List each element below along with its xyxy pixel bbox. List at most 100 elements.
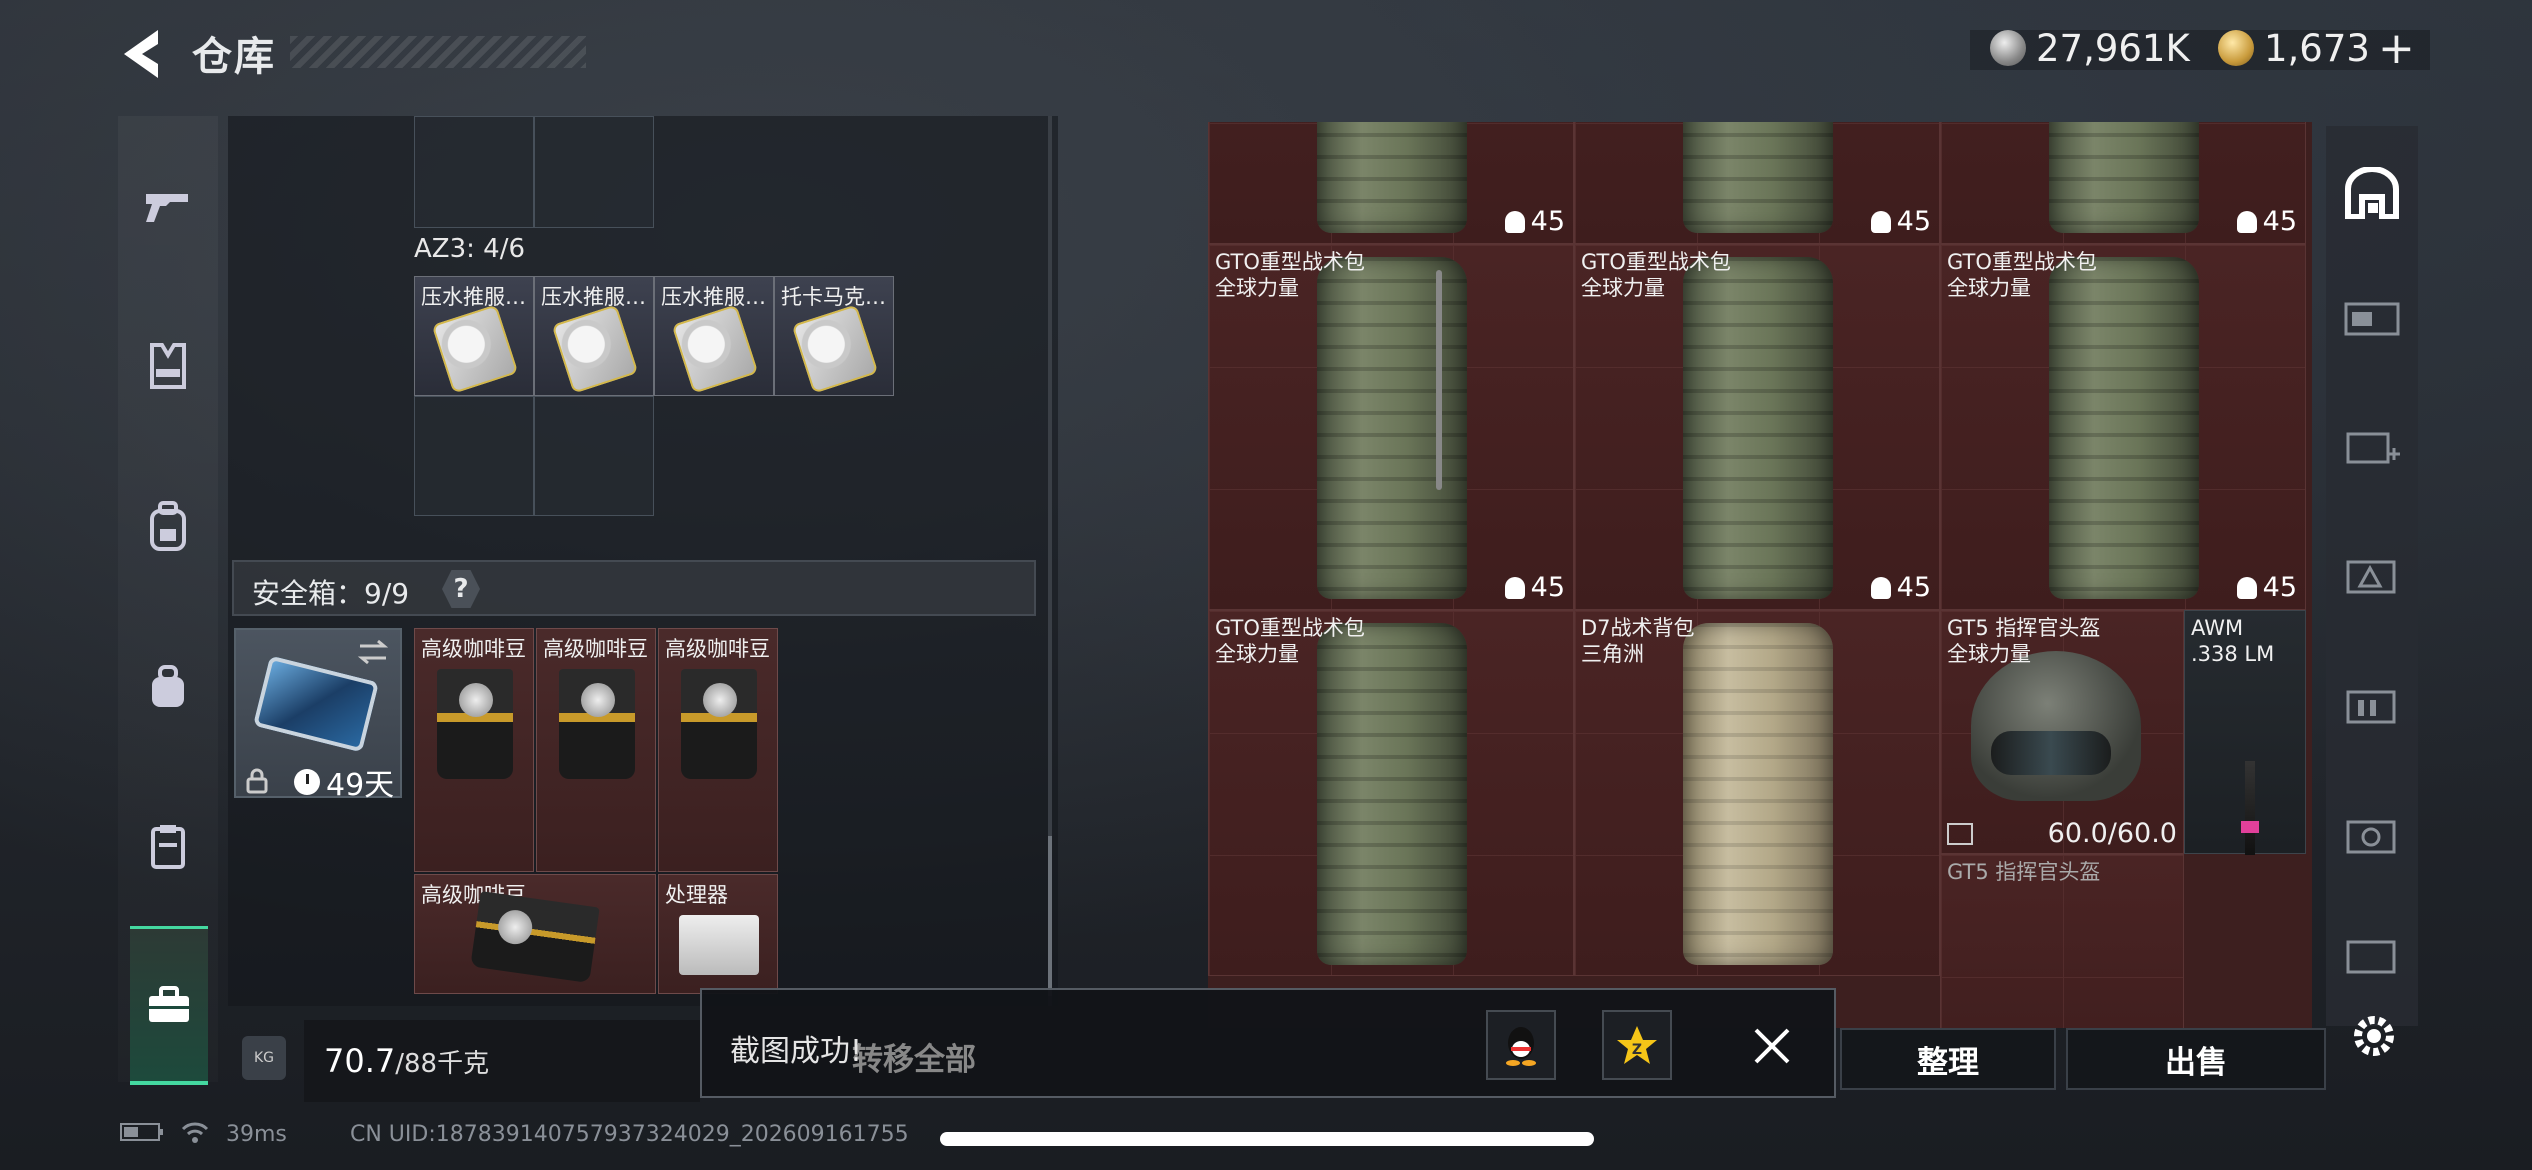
tab-category-6[interactable] <box>2330 900 2414 1010</box>
swap-icon[interactable] <box>356 638 390 666</box>
tab-category-3[interactable] <box>2330 520 2414 630</box>
loot-item-gto-2[interactable]: GTO重型战术包 全球力量 45 <box>1574 244 1940 610</box>
vest-icon <box>150 343 186 389</box>
nav-backpack[interactable] <box>132 490 204 562</box>
weight-icon <box>2236 210 2257 233</box>
grid-slot[interactable] <box>414 116 534 228</box>
loot-item[interactable]: 45 <box>1940 122 2306 244</box>
item-processor[interactable]: 处理器 <box>658 874 778 994</box>
qzone-share-button[interactable]: Z <box>1602 1010 1672 1080</box>
safebox-grid: 高级咖啡豆 高级咖啡豆 高级咖啡豆 高级咖啡豆 处理器 <box>414 628 780 994</box>
count-text: 45 <box>2262 572 2297 603</box>
scroll-thumb[interactable] <box>1048 836 1052 996</box>
nav-weapons[interactable] <box>132 170 204 242</box>
grid-slot[interactable] <box>534 116 654 228</box>
tab-category-1[interactable] <box>2330 262 2414 372</box>
ammo-icon <box>2346 560 2396 594</box>
item-label: AWM .338 LM <box>2191 615 2274 667</box>
item-faction: 三角洲 <box>1581 642 1644 666</box>
nav-bag[interactable] <box>132 650 204 722</box>
item-label: GT5 指挥官头盔 <box>1947 860 2101 884</box>
item-caliber: .338 LM <box>2191 642 2275 666</box>
item-coffee-2[interactable]: 高级咖啡豆 <box>536 628 656 872</box>
transfer-all-button[interactable]: 转移全部 <box>852 1034 976 1079</box>
add-currency-button[interactable]: + <box>2378 23 2415 74</box>
clipboard-icon <box>151 825 185 869</box>
count-text: 45 <box>1530 206 1565 237</box>
item-label: 托卡马克… <box>781 285 886 309</box>
grid-slot[interactable] <box>534 396 654 516</box>
safebox-header: 安全箱：9/9 ? <box>232 560 1036 616</box>
item-coffee-3[interactable]: 高级咖啡豆 <box>658 628 778 872</box>
nav-armor[interactable] <box>132 330 204 402</box>
medkit-icon <box>2346 432 2400 464</box>
safebox-container[interactable]: 49天 <box>234 628 402 803</box>
gear-icon[interactable] <box>2346 1008 2402 1064</box>
item-coffee-1[interactable]: 高级咖啡豆 <box>414 628 534 872</box>
item-faction: 全球力量 <box>1215 276 1299 300</box>
sell-button[interactable]: 出售 <box>2066 1028 2326 1090</box>
help-button[interactable]: ? <box>442 570 480 608</box>
weight-count: 45 <box>2236 572 2297 603</box>
count-text: 45 <box>1530 572 1565 603</box>
item-image <box>431 304 519 394</box>
armor-tier-icon <box>2344 302 2400 336</box>
item-faction: 全球力量 <box>1947 642 2031 666</box>
weight-icon <box>1870 210 1891 233</box>
qq-icon <box>1506 1027 1536 1066</box>
storage-tier-icon <box>2346 690 2396 724</box>
item-image <box>1971 651 2141 801</box>
gold-amount: 1,673 <box>2264 26 2370 70</box>
weight-icon <box>2236 576 2257 599</box>
loot-item-awm[interactable]: AWM .338 LM <box>2184 610 2306 855</box>
item-image <box>791 304 879 394</box>
weight-icon <box>1504 576 1525 599</box>
item-coffee-4[interactable]: 高级咖啡豆 <box>414 874 656 994</box>
loot-item-gto-4[interactable]: GTO重型战术包 全球力量 <box>1208 610 1574 976</box>
item-name: GTO重型战术包 <box>1947 250 2097 274</box>
collectible-icon <box>2346 820 2396 854</box>
svg-text:Z: Z <box>1632 1042 1642 1058</box>
loot-item[interactable]: 45 <box>1574 122 1940 244</box>
uid-text: CN UID:187839140757937324029_20260916175… <box>350 1122 909 1147</box>
item-tokamak[interactable]: 托卡马克… <box>774 276 894 396</box>
nav-clipboard[interactable] <box>132 810 204 882</box>
qq-share-button[interactable] <box>1486 1010 1556 1080</box>
weight-icon: KG <box>242 1036 286 1080</box>
loot-item-gto-3[interactable]: GTO重型战术包 全球力量 45 <box>1940 244 2306 610</box>
item-name: GTO重型战术包 <box>1581 250 1731 274</box>
close-icon[interactable] <box>1742 1016 1802 1076</box>
weight-display: 70.7 /88千克 <box>304 1020 700 1102</box>
item-pressurizer-2[interactable]: 压水推服… <box>534 276 654 396</box>
loot-item-helmet[interactable]: GT5 指挥官头盔 全球力量 60.0/60.0 <box>1940 610 2184 854</box>
loot-panel: 45 45 45 GTO重型战术包 全球力量 45 GTO重型战术包 全球力量 45… <box>1208 122 2312 1028</box>
grid-slot[interactable] <box>414 396 534 516</box>
silver-amount: 27,961K <box>2036 26 2190 70</box>
item-image <box>551 304 639 394</box>
tab-category-2[interactable] <box>2330 390 2414 500</box>
loot-item-d7[interactable]: D7战术背包 三角洲 <box>1574 610 1940 976</box>
tab-all[interactable] <box>2330 138 2414 248</box>
ping-text: 39ms <box>226 1122 287 1147</box>
title-decoration <box>290 36 586 68</box>
back-arrow-icon[interactable] <box>118 26 168 82</box>
loot-item[interactable]: GT5 指挥官头盔 <box>1940 854 2184 1028</box>
item-image <box>1317 257 1467 599</box>
home-indicator[interactable] <box>940 1132 1594 1146</box>
loot-item[interactable]: 45 <box>1208 122 1574 244</box>
gun-icon <box>146 194 188 222</box>
item-image <box>1317 122 1467 233</box>
item-pressurizer-1[interactable]: 压水推服… <box>414 276 534 396</box>
item-pressurizer-3[interactable]: 压水推服… <box>654 276 774 396</box>
weight-count: 45 <box>1504 572 1565 603</box>
tab-category-5[interactable] <box>2330 780 2414 890</box>
item-image <box>2049 122 2199 233</box>
equipment-tier-icon <box>2346 940 2396 974</box>
nav-warehouse[interactable] <box>130 926 208 1085</box>
sort-button[interactable]: 整理 <box>1840 1028 2056 1090</box>
loot-item-gto-1[interactable]: GTO重型战术包 全球力量 45 <box>1208 244 1574 610</box>
tab-category-4[interactable] <box>2330 650 2414 760</box>
loot-scrollbar[interactable] <box>1436 270 1442 490</box>
weight-count: 45 <box>1870 572 1931 603</box>
item-image <box>681 669 757 779</box>
